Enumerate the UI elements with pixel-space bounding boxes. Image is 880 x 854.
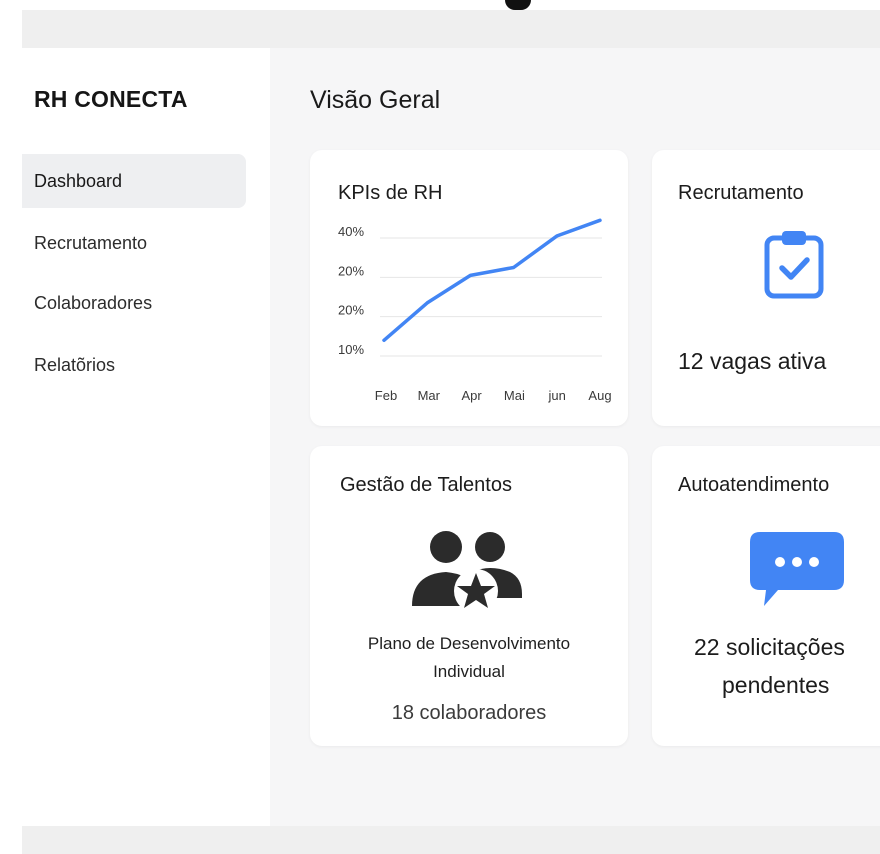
main-content: Visão Geral KPIs de RH 40% 20% 20% 10% Feb M… <box>270 48 880 826</box>
kpi-line-chart: 40% 20% 20% 10% Feb Mar Apr Mai jun Aug <box>338 218 612 403</box>
talent-card[interactable]: Gestão de Talentos Plano de Desenvolvime… <box>310 446 628 746</box>
sidebar: RH CONECTA Dashboard Recrutamento Colabo… <box>22 48 270 826</box>
open-positions-count: 12 vagas ativa <box>678 348 827 374</box>
sidebar-item-colaboradores[interactable]: Colaboradores <box>22 276 246 330</box>
bottom-bar <box>22 826 880 854</box>
y-tick-label: 20% <box>338 303 364 318</box>
x-tick-label: Apr <box>461 388 482 403</box>
talent-card-title: Gestão de Talentos <box>340 474 512 496</box>
top-strip <box>0 0 880 10</box>
team-star-icon <box>412 531 522 613</box>
x-tick-label: Feb <box>375 388 397 403</box>
recruitment-card[interactable]: Recrutamento 12 vagas ativa <box>652 150 880 426</box>
selfservice-card-title: Autoatendimento <box>678 474 830 496</box>
y-tick-label: 10% <box>338 342 364 357</box>
chat-bubble-icon <box>750 532 844 606</box>
development-plan-line2: Individual <box>433 662 505 681</box>
development-plan-line1: Plano de Desenvolvimento <box>367 634 571 653</box>
x-tick-label: jun <box>548 388 566 403</box>
pending-requests-line2: pendentes <box>722 672 830 698</box>
sidebar-item-recrutamento[interactable]: Recrutamento <box>22 216 246 270</box>
kpi-card[interactable]: KPIs de RH 40% 20% 20% 10% Feb Mar Apr Mai jun A… <box>310 150 628 426</box>
selfservice-card[interactable]: Autoatendimento 22 solicitações pendente… <box>652 446 880 746</box>
brand-logo: RH CONECTA <box>34 86 188 112</box>
clipboard-check-icon <box>764 231 824 299</box>
x-tick-label: Mar <box>418 388 441 403</box>
page-title: Visão Geral <box>310 86 441 114</box>
y-tick-label: 20% <box>338 263 364 278</box>
sidebar-item-relatorios[interactable]: Relatõrios <box>22 338 246 392</box>
x-tick-label: Mai <box>504 388 525 403</box>
sidebar-item-dashboard[interactable]: Dashboard <box>22 154 246 208</box>
pending-requests-line1: 22 solicitações <box>694 634 845 660</box>
top-bar <box>22 10 880 48</box>
talent-employee-count: 18 colaboradores <box>391 702 547 724</box>
x-tick-label: Aug <box>588 388 611 403</box>
app-window: RH CONECTA Dashboard Recrutamento Colabo… <box>22 48 880 826</box>
y-tick-label: 40% <box>338 224 364 239</box>
recruitment-card-title: Recrutamento <box>678 182 804 204</box>
